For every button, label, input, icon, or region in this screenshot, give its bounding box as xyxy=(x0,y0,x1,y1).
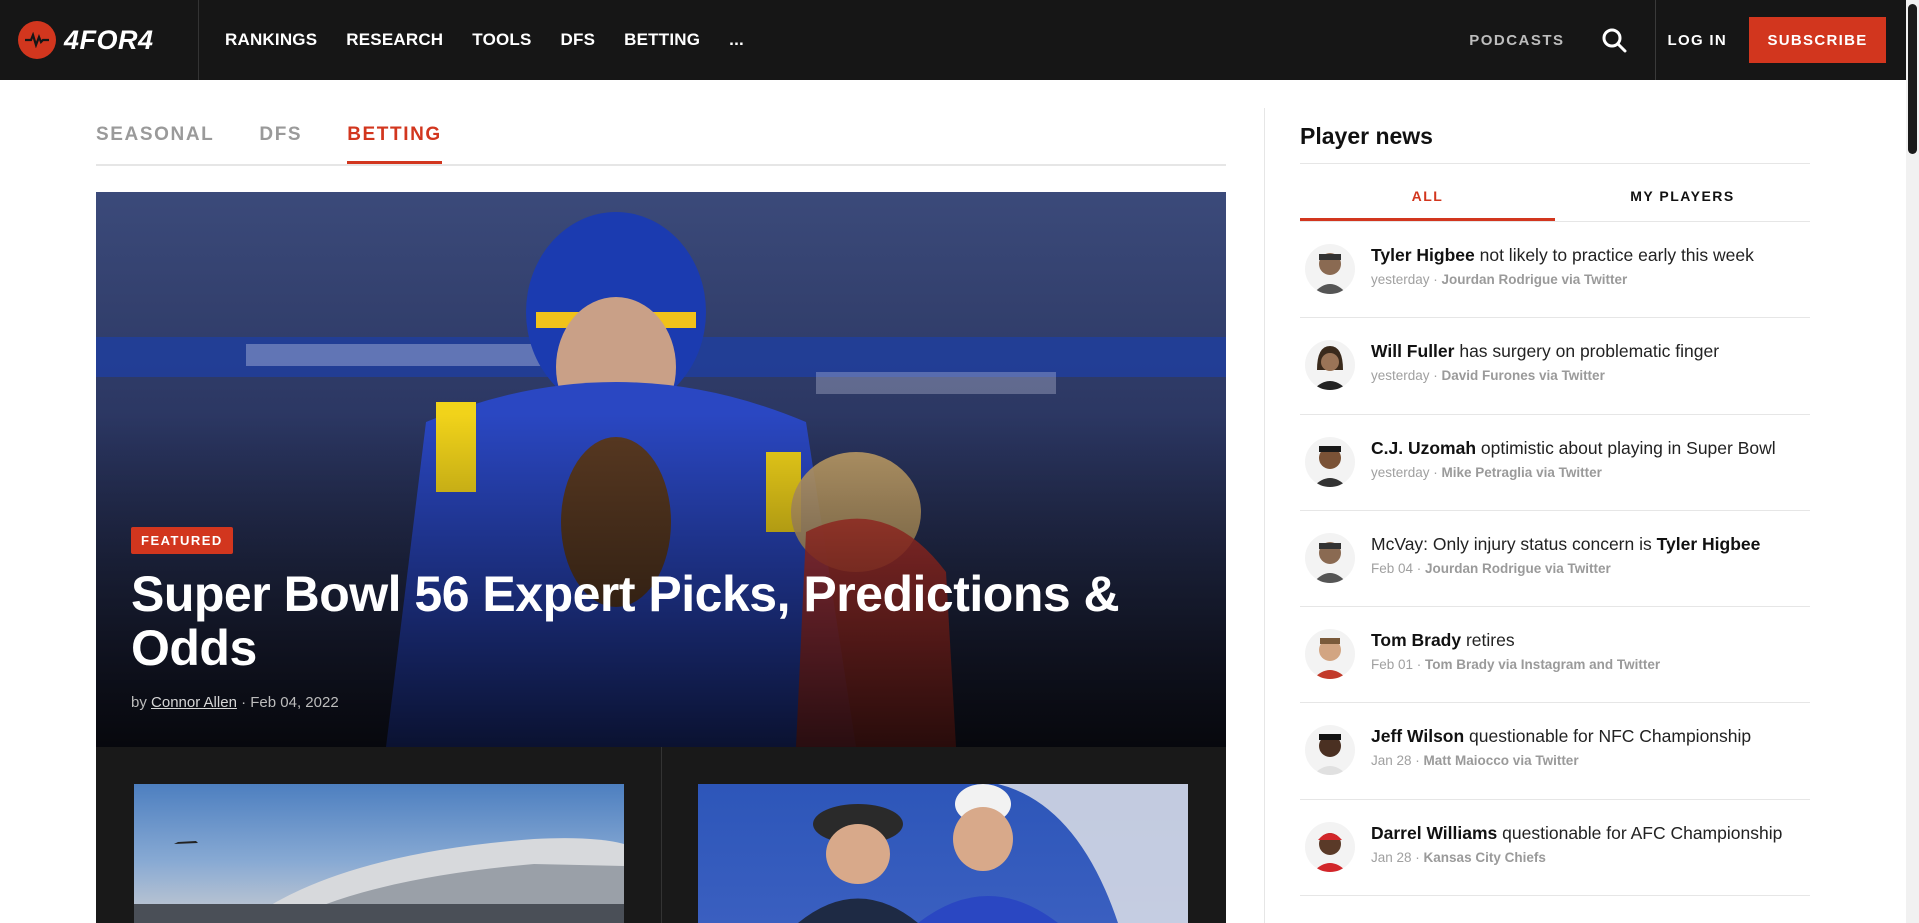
news-item[interactable]: Tyler Higbee not likely to practice earl… xyxy=(1300,222,1810,319)
article-date: · Feb 04, 2022 xyxy=(241,694,339,711)
news-meta: yesterday · Mike Petraglia via Twitter xyxy=(1371,464,1602,480)
news-item[interactable]: Tom Brady retires Feb 01 · Tom Brady via… xyxy=(1300,607,1810,704)
news-text: Tyler Higbee not likely to practice earl… xyxy=(1371,244,1810,317)
logo-text: 4FOR4 xyxy=(64,24,154,55)
news-text: McVay: Only injury status concern is Tyl… xyxy=(1371,533,1810,606)
player-name[interactable]: Jeff Wilson xyxy=(1371,726,1464,746)
news-headline: Tom Brady retires xyxy=(1371,630,1515,651)
news-list: Tyler Higbee not likely to practice earl… xyxy=(1300,222,1810,897)
player-name[interactable]: Tyler Higbee xyxy=(1657,534,1761,554)
player-news-title: Player news xyxy=(1300,108,1810,164)
article-grid xyxy=(96,747,1226,923)
player-news-tabs: ALL MY PLAYERS xyxy=(1300,164,1810,222)
player-name[interactable]: Tom Brady xyxy=(1371,630,1461,650)
player-name[interactable]: Darrel Williams xyxy=(1371,823,1497,843)
player-avatar xyxy=(1305,436,1355,487)
player-name[interactable]: Will Fuller xyxy=(1371,341,1454,361)
news-meta: yesterday · Jourdan Rodrigue via Twitter xyxy=(1371,272,1628,287)
player-name[interactable]: Tyler Higbee xyxy=(1371,245,1475,265)
content-tabs: SEASONAL DFS BETTING xyxy=(96,110,1226,166)
nav-more[interactable]: ... xyxy=(729,30,744,50)
player-avatar xyxy=(1305,629,1355,680)
celebration-photo xyxy=(798,784,1188,923)
player-name[interactable]: C.J. Uzomah xyxy=(1371,438,1476,458)
nav-dfs[interactable]: DFS xyxy=(561,30,596,50)
featured-article[interactable]: FEATURED Super Bowl 56 Expert Picks, Pre… xyxy=(96,192,1226,747)
player-avatar xyxy=(1305,725,1355,776)
top-navbar: 4FOR4 RANKINGS RESEARCH TOOLS DFS BETTIN… xyxy=(0,0,1906,80)
tab-all[interactable]: ALL xyxy=(1300,164,1555,221)
news-headline: Tyler Higbee not likely to practice earl… xyxy=(1371,245,1754,265)
news-text: Darrel Williams questionable for AFC Cha… xyxy=(1371,822,1810,895)
pulse-icon xyxy=(18,21,56,59)
news-meta: Feb 01 · Tom Brady via Instagram and Twi… xyxy=(1371,657,1661,673)
news-headline: Darrel Williams questionable for AFC Cha… xyxy=(1371,822,1783,843)
news-headline: Will Fuller has surgery on problematic f… xyxy=(1371,341,1720,362)
news-item[interactable]: C.J. Uzomah optimistic about playing in … xyxy=(1300,415,1810,511)
player-avatar xyxy=(1305,821,1355,872)
news-text: Tom Brady retires Feb 01 · Tom Brady via… xyxy=(1371,629,1810,702)
author-link[interactable]: Connor Allen xyxy=(151,694,237,711)
player-avatar xyxy=(1305,340,1355,391)
news-text: Jeff Wilson questionable for NFC Champio… xyxy=(1371,725,1810,798)
tab-dfs[interactable]: DFS xyxy=(259,110,302,164)
news-headline: McVay: Only injury status concern is Tyl… xyxy=(1371,533,1761,554)
featured-title[interactable]: Super Bowl 56 Expert Picks, Predictions … xyxy=(131,567,1191,675)
column-divider xyxy=(1264,108,1265,923)
search-icon[interactable] xyxy=(1599,25,1629,55)
news-headline: C.J. Uzomah optimistic about playing in … xyxy=(1371,437,1776,458)
news-item[interactable]: McVay: Only injury status concern is Tyl… xyxy=(1300,511,1810,608)
page-scrollbar[interactable] xyxy=(1906,0,1919,923)
login-link[interactable]: LOG IN xyxy=(1668,32,1727,49)
player-avatar xyxy=(1305,532,1355,583)
subscribe-button[interactable]: SUBSCRIBE xyxy=(1749,17,1886,63)
news-text: Will Fuller has surgery on problematic f… xyxy=(1371,340,1810,413)
news-item[interactable]: Will Fuller has surgery on problematic f… xyxy=(1300,318,1810,415)
featured-byline: by Connor Allen · Feb 04, 2022 xyxy=(131,694,339,711)
featured-badge: FEATURED xyxy=(131,527,233,554)
grid-divider xyxy=(661,747,662,923)
tab-my-players[interactable]: MY PLAYERS xyxy=(1555,164,1810,221)
news-meta: yesterday · David Furones via Twitter xyxy=(1371,368,1605,384)
podcasts-link[interactable]: PODCASTS xyxy=(1469,32,1564,49)
nav-research[interactable]: RESEARCH xyxy=(346,30,443,50)
player-avatar xyxy=(1305,244,1355,294)
news-headline: Jeff Wilson questionable for NFC Champio… xyxy=(1371,726,1752,747)
news-meta: Feb 04 · Jourdan Rodrigue via Twitter xyxy=(1371,560,1611,576)
news-item[interactable]: Jeff Wilson questionable for NFC Champio… xyxy=(1300,703,1810,800)
byline-prefix: by xyxy=(131,694,147,711)
tab-seasonal[interactable]: SEASONAL xyxy=(96,110,214,164)
player-news-sidebar: Player news ALL MY PLAYERS Tyler Higbee … xyxy=(1300,108,1810,897)
news-meta: Jan 28 · Matt Maiocco via Twitter xyxy=(1371,753,1579,769)
nav-divider xyxy=(1654,0,1656,80)
article-thumbnail-celebration[interactable] xyxy=(698,784,1188,923)
nav-right: PODCASTS LOG IN SUBSCRIBE xyxy=(1469,0,1906,80)
article-thumbnail-stadium[interactable] xyxy=(134,784,624,923)
site-logo[interactable]: 4FOR4 xyxy=(0,0,199,80)
nav-tools[interactable]: TOOLS xyxy=(472,30,531,50)
news-item[interactable]: Darrel Williams questionable for AFC Cha… xyxy=(1300,800,1810,897)
tab-betting[interactable]: BETTING xyxy=(347,110,442,164)
news-meta: Jan 28 · Kansas City Chiefs xyxy=(1371,849,1546,865)
stadium-photo xyxy=(134,838,624,923)
nav-rankings[interactable]: RANKINGS xyxy=(225,30,317,50)
main-nav: RANKINGS RESEARCH TOOLS DFS BETTING ... xyxy=(225,30,773,50)
news-text: C.J. Uzomah optimistic about playing in … xyxy=(1371,437,1810,510)
nav-betting[interactable]: BETTING xyxy=(624,30,700,50)
scrollbar-thumb[interactable] xyxy=(1908,4,1917,154)
